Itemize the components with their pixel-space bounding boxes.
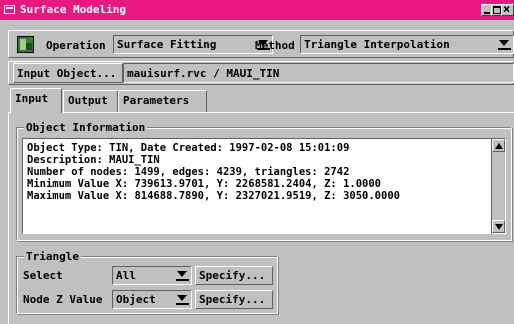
info-line: Maximum Value X: 814688.7890, Y: 2327021…	[27, 190, 400, 202]
object-path-text: mauisurf.rvc / MAUI_TIN	[127, 67, 280, 80]
method-value: Triangle Interpolation	[304, 38, 450, 51]
info-line: Number of nodes: 1499, edges: 4239, tria…	[27, 166, 350, 178]
maximize-icon	[493, 6, 501, 14]
surface-modeling-icon[interactable]	[17, 36, 34, 53]
object-information-legend: Object Information	[24, 121, 148, 134]
object-path-field: mauisurf.rvc / MAUI_TIN	[123, 63, 514, 83]
scroll-down-arrow-icon[interactable]	[492, 220, 505, 233]
tab-output[interactable]: Output	[63, 90, 118, 112]
scroll-up-arrow-icon[interactable]	[492, 139, 505, 152]
chevron-down-icon	[176, 270, 189, 281]
tab-input[interactable]: Input	[10, 88, 62, 113]
object-information-text: Object Type: TIN, Date Created: 1997-02-…	[22, 138, 492, 234]
chevron-down-icon	[176, 294, 189, 305]
operation-label: Operation	[46, 39, 106, 52]
window-menu-icon[interactable]	[4, 5, 15, 14]
method-dropdown[interactable]: Triangle Interpolation	[300, 35, 514, 54]
select-specify-button[interactable]: Specify...	[195, 266, 273, 285]
minimize-icon	[484, 12, 490, 14]
info-line: Description: MAUI_TIN	[27, 154, 160, 166]
info-line: Object Type: TIN, Date Created: 1997-02-…	[27, 142, 350, 154]
close-button[interactable]: ×	[501, 2, 514, 16]
node-z-value-label: Node Z Value	[23, 293, 103, 306]
operation-dropdown[interactable]: Surface Fitting	[113, 35, 273, 54]
chevron-down-icon	[498, 39, 511, 50]
select-label: Select	[23, 269, 63, 282]
close-icon: ×	[503, 2, 511, 16]
input-object-button[interactable]: Input Object...	[13, 63, 123, 83]
node-z-value-dropdown[interactable]: Object	[112, 290, 192, 309]
select-value: All	[116, 269, 136, 282]
method-label: Method	[255, 39, 295, 52]
window-title: Surface Modeling	[20, 3, 126, 16]
triangle-legend: Triangle	[24, 250, 81, 263]
node-z-specify-button[interactable]: Specify...	[195, 290, 273, 309]
operation-value: Surface Fitting	[117, 38, 217, 51]
node-z-value: Object	[116, 293, 156, 306]
info-line: Minimum Value X: 739613.9701, Y: 2268581…	[27, 178, 382, 190]
input-object-button-label: Input Object...	[17, 67, 117, 80]
select-dropdown[interactable]: All	[112, 266, 192, 285]
tab-parameters[interactable]: Parameters	[118, 90, 207, 112]
